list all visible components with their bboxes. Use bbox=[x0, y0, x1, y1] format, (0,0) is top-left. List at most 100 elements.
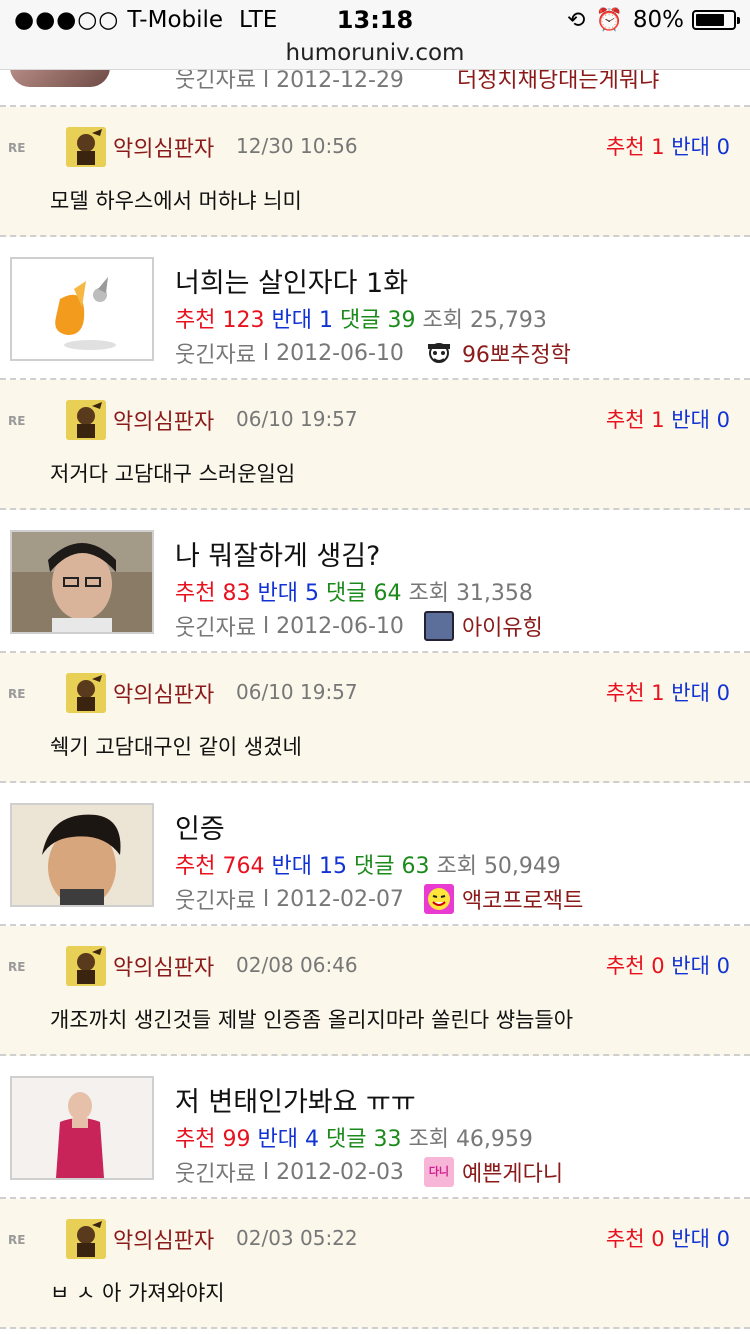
post-date: 2012-06-10 bbox=[276, 613, 404, 639]
post-row[interactable]: 나 뭐잘하게 생김? 추천 83 반대 5 댓글 64 조회 31,358 웃긴… bbox=[0, 510, 750, 653]
post-thumbnail[interactable] bbox=[10, 530, 154, 634]
reply-down-label: 반대 bbox=[671, 135, 710, 159]
up-label: 추천 bbox=[175, 1127, 216, 1152]
reply-row[interactable]: RE 악의심판자 06/10 19:57 추천 1 반대 0 쉑기 고담대구인 … bbox=[0, 653, 750, 783]
post-author[interactable]: 96뽀추정학 bbox=[462, 337, 571, 369]
up-count: 83 bbox=[222, 581, 251, 606]
reply-up-count: 0 bbox=[651, 1227, 665, 1251]
reply-up-label: 추천 bbox=[605, 954, 645, 978]
post-category: 웃긴자료 bbox=[175, 1162, 256, 1187]
post-title[interactable]: 나 뭐잘하게 생김? bbox=[175, 534, 380, 573]
comment-label: 댓글 bbox=[339, 308, 381, 333]
post-author[interactable]: 아이유힝 bbox=[462, 610, 543, 642]
separator: l bbox=[255, 340, 277, 366]
comment-count: 64 bbox=[373, 581, 402, 606]
url-bar[interactable]: humoruniv.com bbox=[0, 40, 750, 70]
reply-down-label: 반대 bbox=[671, 681, 710, 705]
reply-author[interactable]: 악의심판자 bbox=[113, 1223, 214, 1255]
view-label: 조회 bbox=[408, 581, 449, 606]
battery-icon bbox=[692, 10, 740, 30]
post-stats: 추천 764 반대 15 댓글 63 조회 50,949 bbox=[175, 848, 561, 880]
reply-arrow-icon: RE bbox=[8, 1233, 26, 1247]
reply-author[interactable]: 악의심판자 bbox=[113, 404, 214, 436]
reply-down-label: 반대 bbox=[671, 1227, 710, 1251]
up-label: 추천 bbox=[175, 581, 216, 606]
post-thumbnail[interactable] bbox=[10, 1076, 154, 1180]
post-meta: 웃긴자료 l 2012-06-10 아이유힝 bbox=[175, 610, 543, 642]
down-label: 반대 bbox=[257, 581, 298, 606]
comment-count: 39 bbox=[387, 308, 416, 333]
reply-text: 쉑기 고담대구인 같이 생겼네 bbox=[50, 735, 302, 759]
post-row[interactable]: 저 변태인가봐요 ㅠㅠ 추천 99 반대 4 댓글 33 조회 46,959 웃… bbox=[0, 1056, 750, 1199]
post-thumbnail[interactable] bbox=[10, 70, 110, 87]
post-meta: 웃긴자료 l 2012-02-03 다니 예쁜게다니 bbox=[175, 1156, 563, 1188]
reply-author[interactable]: 악의심판자 bbox=[113, 950, 214, 982]
judge-avatar bbox=[66, 1219, 106, 1259]
post-title[interactable]: 저 변태인가봐요 ㅠㅠ bbox=[175, 1080, 416, 1119]
down-label: 반대 bbox=[271, 308, 312, 333]
comment-count: 63 bbox=[401, 854, 430, 879]
view-label: 조회 bbox=[408, 1127, 449, 1152]
reply-up-count: 1 bbox=[651, 135, 665, 159]
up-count: 99 bbox=[222, 1127, 251, 1152]
up-count: 123 bbox=[222, 308, 265, 333]
post-row[interactable]: 너희는 살인자다 1화 추천 123 반대 1 댓글 39 조회 25,793 … bbox=[0, 237, 750, 380]
reply-text: 개조까치 생긴것들 제발 인증좀 올리지마라 쏠린다 썅늠들아 bbox=[50, 1008, 574, 1032]
post-thumbnail[interactable] bbox=[10, 803, 154, 907]
comment-label: 댓글 bbox=[325, 581, 367, 606]
post-category: 웃긴자료 bbox=[175, 616, 256, 641]
reply-text: ㅂ ㅅ 아 가져와야지 bbox=[50, 1281, 225, 1305]
view-count: 25,793 bbox=[469, 308, 547, 333]
reply-time: 06/10 19:57 bbox=[236, 407, 358, 431]
partial-post-row[interactable]: 웃긴자료 l 2012-12-29 더정치채당대는게뭐냐 bbox=[0, 70, 750, 107]
post-row[interactable]: 인증 추천 764 반대 15 댓글 63 조회 50,949 웃긴자료 l 2… bbox=[0, 783, 750, 926]
reply-down-label: 반대 bbox=[671, 408, 710, 432]
alarm-icon: ⏰ bbox=[595, 7, 623, 33]
judge-avatar bbox=[66, 946, 106, 986]
comment-label: 댓글 bbox=[353, 854, 395, 879]
reply-votes: 추천 0 반대 0 bbox=[606, 1223, 730, 1253]
reply-up-count: 0 bbox=[651, 954, 665, 978]
reply-row[interactable]: RE 악의심판자 02/08 06:46 추천 0 반대 0 개조까치 생긴것들… bbox=[0, 926, 750, 1056]
reply-text: 저거다 고담대구 스러운일임 bbox=[50, 462, 296, 486]
reply-votes: 추천 1 반대 0 bbox=[606, 404, 730, 434]
author-avatar bbox=[423, 338, 454, 368]
reply-author[interactable]: 악의심판자 bbox=[113, 131, 214, 163]
post-stats: 추천 123 반대 1 댓글 39 조회 25,793 bbox=[175, 302, 547, 334]
post-date: 2012-02-07 bbox=[276, 886, 404, 912]
post-author[interactable]: 더정치채당대는게뭐냐 bbox=[457, 70, 659, 93]
reply-up-label: 추천 bbox=[605, 135, 645, 159]
battery-fill bbox=[696, 14, 724, 26]
view-label: 조회 bbox=[422, 308, 463, 333]
smiley-avatar-icon bbox=[423, 884, 454, 914]
reply-votes: 추천 1 반대 0 bbox=[606, 131, 730, 161]
down-label: 반대 bbox=[271, 854, 312, 879]
post-category: 웃긴자료 bbox=[175, 889, 256, 914]
reply-row[interactable]: RE 악의심판자 06/10 19:57 추천 1 반대 0 저거다 고담대구 … bbox=[0, 380, 750, 510]
reply-up-label: 추천 bbox=[605, 1227, 645, 1251]
comment-label: 댓글 bbox=[325, 1127, 367, 1152]
reply-arrow-icon: RE bbox=[8, 141, 26, 155]
reply-author[interactable]: 악의심판자 bbox=[113, 677, 214, 709]
reply-row[interactable]: RE 악의심판자 12/30 10:56 추천 1 반대 0 모델 하우스에서 … bbox=[0, 107, 750, 237]
post-author[interactable]: 액코프로잭트 bbox=[462, 883, 583, 915]
reply-time: 02/03 05:22 bbox=[236, 1226, 358, 1250]
reply-arrow-icon: RE bbox=[8, 960, 26, 974]
view-count: 31,358 bbox=[455, 581, 533, 606]
post-title[interactable]: 너희는 살인자다 1화 bbox=[175, 261, 408, 300]
reply-row[interactable]: RE 악의심판자 02/03 05:22 추천 0 반대 0 ㅂ ㅅ 아 가져와… bbox=[0, 1199, 750, 1329]
comment-history-list[interactable]: 웃긴자료 l 2012-12-29 더정치채당대는게뭐냐 RE 악의심판자 12… bbox=[0, 70, 750, 1334]
post-author[interactable]: 예쁜게다니 bbox=[462, 1156, 563, 1188]
post-date: 2012-12-29 bbox=[276, 70, 404, 93]
down-count: 4 bbox=[304, 1127, 319, 1152]
down-count: 1 bbox=[318, 308, 333, 333]
reply-down-label: 반대 bbox=[671, 954, 710, 978]
view-count: 50,949 bbox=[483, 854, 561, 879]
post-date: 2012-06-10 bbox=[276, 340, 404, 366]
post-meta: 웃긴자료 l 2012-06-10 96뽀추정학 bbox=[175, 337, 571, 369]
post-title[interactable]: 인증 bbox=[175, 807, 225, 846]
post-thumbnail[interactable] bbox=[10, 257, 154, 361]
reply-votes: 추천 1 반대 0 bbox=[606, 677, 730, 707]
post-date: 2012-02-03 bbox=[276, 1159, 404, 1185]
reply-down-count: 0 bbox=[716, 408, 730, 432]
